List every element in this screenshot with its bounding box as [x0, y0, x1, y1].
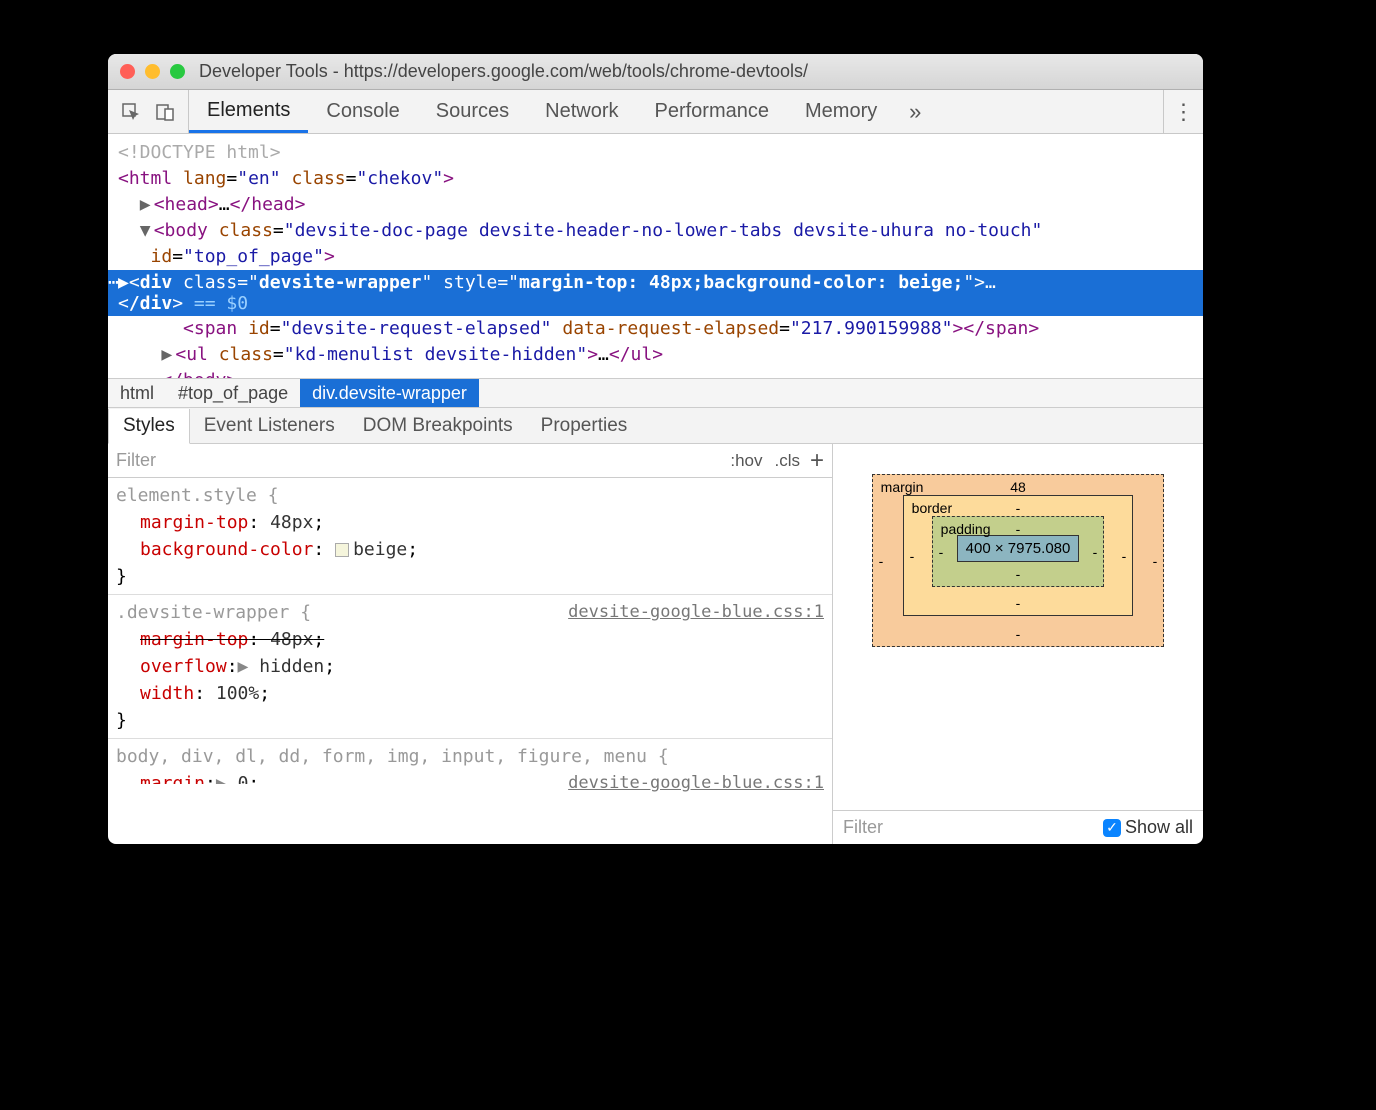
- styles-tabs: Styles Event Listeners DOM Breakpoints P…: [108, 408, 1203, 444]
- wrapper-rule-block[interactable]: .devsite-wrapper {devsite-google-blue.cs…: [108, 595, 832, 739]
- tab-performance[interactable]: Performance: [637, 90, 788, 133]
- stab-styles[interactable]: Styles: [108, 409, 190, 444]
- tab-sources[interactable]: Sources: [418, 90, 527, 133]
- show-all-label[interactable]: Show all: [1125, 817, 1193, 838]
- selected-dom-node[interactable]: ⋯ ▶<div class="devsite-wrapper" style="m…: [108, 270, 1203, 316]
- lower-panels: Filter :hov .cls + element.style { margi…: [108, 444, 1203, 844]
- styles-filter-input[interactable]: Filter: [116, 450, 156, 471]
- new-style-rule-icon[interactable]: +: [810, 447, 824, 475]
- stab-properties[interactable]: Properties: [527, 408, 642, 443]
- box-content-dims[interactable]: 400 × 7975.080: [957, 535, 1080, 562]
- stab-listeners[interactable]: Event Listeners: [190, 408, 349, 443]
- cls-toggle[interactable]: .cls: [774, 451, 800, 471]
- zoom-window-icon[interactable]: [170, 64, 185, 79]
- show-all-checkbox[interactable]: ✓: [1103, 819, 1121, 837]
- head-node[interactable]: ▶<head>…</head>: [118, 192, 1203, 218]
- inspect-element-icon[interactable]: [116, 97, 146, 127]
- ul-node[interactable]: ▶<ul class="kd-menulist devsite-hidden">…: [118, 342, 1203, 368]
- doctype-node[interactable]: <!DOCTYPE html>: [118, 142, 281, 163]
- computed-filter-row: Filter ✓ Show all: [833, 810, 1203, 844]
- computed-panel: margin 48 - - - border - - - - padding -: [833, 444, 1203, 844]
- styles-filter-row: Filter :hov .cls +: [108, 444, 832, 478]
- body-node[interactable]: ▼<body class="devsite-doc-page devsite-h…: [118, 218, 1203, 244]
- source-link[interactable]: devsite-google-blue.css:1: [568, 599, 824, 626]
- computed-filter-input[interactable]: Filter: [843, 817, 883, 838]
- window-titlebar[interactable]: Developer Tools - https://developers.goo…: [108, 54, 1203, 90]
- minimize-window-icon[interactable]: [145, 64, 160, 79]
- source-link[interactable]: devsite-google-blue.css:1: [568, 770, 824, 797]
- hov-toggle[interactable]: :hov: [730, 451, 762, 471]
- traffic-lights: [120, 64, 185, 79]
- settings-menu-icon[interactable]: ⋮: [1163, 90, 1203, 133]
- more-tabs-icon[interactable]: »: [895, 99, 935, 125]
- devtools-window: Developer Tools - https://developers.goo…: [108, 54, 1203, 844]
- tab-memory[interactable]: Memory: [787, 90, 895, 133]
- color-swatch-icon[interactable]: [335, 543, 349, 557]
- tab-console[interactable]: Console: [308, 90, 417, 133]
- dom-tree[interactable]: <!DOCTYPE html> <html lang="en" class="c…: [108, 134, 1203, 378]
- global-rule-block[interactable]: body, div, dl, dd, form, img, input, fig…: [108, 739, 832, 801]
- tab-elements[interactable]: Elements: [189, 90, 308, 133]
- toolbar-icons: [108, 90, 189, 133]
- tab-network[interactable]: Network: [527, 90, 636, 133]
- crumb-selected[interactable]: div.devsite-wrapper: [300, 379, 479, 407]
- box-model-diagram[interactable]: margin 48 - - - border - - - - padding -: [833, 444, 1203, 810]
- html-node[interactable]: <html lang="en" class="chekov">: [118, 166, 1203, 192]
- device-toolbar-icon[interactable]: [150, 97, 180, 127]
- panel-tabs: Elements Console Sources Network Perform…: [189, 90, 1163, 133]
- stab-dom-bp[interactable]: DOM Breakpoints: [349, 408, 527, 443]
- styles-panel: Filter :hov .cls + element.style { margi…: [108, 444, 833, 844]
- dom-breadcrumbs: html #top_of_page div.devsite-wrapper: [108, 378, 1203, 408]
- window-title: Developer Tools - https://developers.goo…: [199, 61, 808, 82]
- element-style-block[interactable]: element.style { margin-top: 48px; backgr…: [108, 478, 832, 595]
- close-window-icon[interactable]: [120, 64, 135, 79]
- crumb-body[interactable]: #top_of_page: [166, 379, 300, 407]
- crumb-html[interactable]: html: [108, 379, 166, 407]
- devtools-toolbar: Elements Console Sources Network Perform…: [108, 90, 1203, 134]
- span-node[interactable]: <span id="devsite-request-elapsed" data-…: [118, 316, 1203, 342]
- body-node-cont[interactable]: id="top_of_page">: [118, 244, 1203, 270]
- body-close-node[interactable]: </body>: [118, 368, 1203, 378]
